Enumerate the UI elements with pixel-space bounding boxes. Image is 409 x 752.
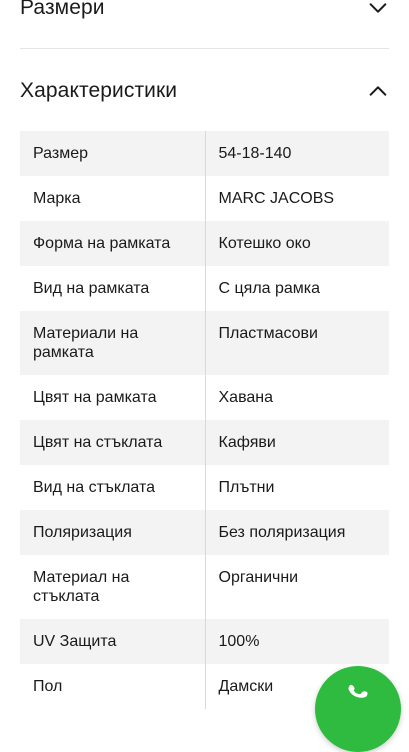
- spec-row: Форма на рамката Котешко око: [20, 221, 389, 266]
- spec-key: Поляризация: [20, 510, 206, 555]
- spec-value: Пластмасови: [205, 311, 389, 375]
- spec-row: Поляризация Без поляризация: [20, 510, 389, 555]
- spec-key: Материали на рамката: [20, 311, 206, 375]
- spec-key: Цвят на рамката: [20, 375, 206, 420]
- sizes-title: Размери: [20, 0, 105, 19]
- call-fab-button[interactable]: [315, 666, 401, 752]
- spec-row: Вид на стъклата Плътни: [20, 465, 389, 510]
- specs-table: Размер 54-18-140 Марка MARC JACOBS Форма…: [20, 131, 389, 709]
- spec-key: Цвят на стъклата: [20, 420, 206, 465]
- spec-row: Цвят на стъклата Кафяви: [20, 420, 389, 465]
- spec-value: Кафяви: [205, 420, 389, 465]
- spec-key: Размер: [20, 131, 206, 176]
- spec-key: UV Защита: [20, 619, 206, 664]
- spec-value: 100%: [205, 619, 389, 664]
- section-divider: [20, 48, 389, 49]
- spec-row: Вид на рамката С цяла рамка: [20, 266, 389, 311]
- spec-value: Плътни: [205, 465, 389, 510]
- spec-value: 54-18-140: [205, 131, 389, 176]
- chevron-up-icon: [367, 80, 389, 102]
- spec-row: Цвят на рамката Хавана: [20, 375, 389, 420]
- specs-accordion-header[interactable]: Характеристики: [20, 72, 389, 110]
- spec-key: Вид на рамката: [20, 266, 206, 311]
- specs-title: Характеристики: [20, 79, 178, 102]
- spec-key: Форма на рамката: [20, 221, 206, 266]
- spec-row: Размер 54-18-140: [20, 131, 389, 176]
- spec-value: С цяла рамка: [205, 266, 389, 311]
- phone-icon: [347, 666, 369, 707]
- chevron-down-icon: [367, 0, 389, 19]
- spec-key: Вид на стъклата: [20, 465, 206, 510]
- spec-row: Марка MARC JACOBS: [20, 176, 389, 221]
- spec-key: Пол: [20, 664, 206, 709]
- spec-value: Без поляризация: [205, 510, 389, 555]
- sizes-accordion-header[interactable]: Размери: [20, 0, 389, 28]
- spec-value: Котешко око: [205, 221, 389, 266]
- spec-value: MARC JACOBS: [205, 176, 389, 221]
- spec-row: Материал на стъклата Органични: [20, 555, 389, 619]
- spec-key: Материал на стъклата: [20, 555, 206, 619]
- spec-row: Материали на рамката Пластмасови: [20, 311, 389, 375]
- spec-value: Органични: [205, 555, 389, 619]
- spec-value: Хавана: [205, 375, 389, 420]
- spec-row: UV Защита 100%: [20, 619, 389, 664]
- spec-key: Марка: [20, 176, 206, 221]
